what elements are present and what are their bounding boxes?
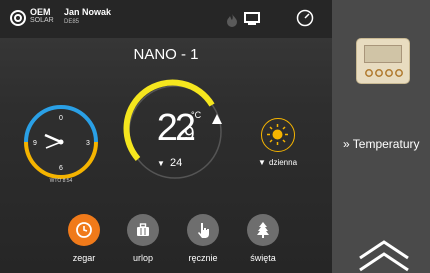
mode-arrow: ▼ bbox=[258, 158, 266, 167]
svg-text:3: 3 bbox=[86, 140, 90, 147]
clock-caption: WTO 8:54 bbox=[49, 178, 73, 184]
flame-icon bbox=[226, 13, 238, 32]
oem-logo-icon bbox=[10, 10, 26, 26]
zegar-button[interactable] bbox=[68, 214, 100, 246]
main-panel: OEM SOLAR Jan Nowak DE85 NANO - 1 0 3 6 … bbox=[0, 0, 332, 273]
suitcase-icon bbox=[137, 223, 149, 236]
christmas-tree-icon bbox=[257, 222, 269, 238]
swieta-button[interactable] bbox=[247, 214, 279, 246]
brand-name: OEM bbox=[30, 7, 51, 17]
temperature-decimal: 9 bbox=[184, 124, 195, 145]
recznie-label: ręcznie bbox=[188, 253, 218, 263]
user-code: DE85 bbox=[64, 19, 80, 25]
urlop-button[interactable] bbox=[127, 214, 159, 246]
chevron-up-icon[interactable] bbox=[358, 236, 410, 273]
gauge-icon[interactable] bbox=[296, 9, 314, 32]
setpoint-value: 24 bbox=[170, 157, 183, 169]
svg-text:0: 0 bbox=[59, 115, 63, 122]
page-title: NANO - 1 bbox=[133, 46, 199, 63]
clock-icon bbox=[76, 222, 92, 238]
temperature-unit: °C bbox=[191, 110, 202, 120]
sun-icon[interactable] bbox=[261, 118, 295, 152]
hand-icon bbox=[198, 223, 209, 238]
swieta-label: święta bbox=[250, 253, 276, 263]
brand-subname: SOLAR bbox=[30, 17, 54, 24]
svg-text:9: 9 bbox=[33, 140, 37, 147]
side-panel: » Temperatury bbox=[332, 0, 430, 273]
svg-text:6: 6 bbox=[59, 165, 63, 172]
thermostat-device-icon[interactable] bbox=[356, 38, 410, 84]
urlop-label: urlop bbox=[132, 253, 153, 263]
display-icon[interactable] bbox=[244, 12, 260, 31]
analog-clock[interactable]: 0 3 6 9 bbox=[22, 103, 100, 181]
user-name: Jan Nowak bbox=[64, 7, 112, 17]
mode-label[interactable]: dzienna bbox=[269, 158, 297, 167]
setpoint-arrow: ▼ bbox=[157, 159, 165, 168]
recznie-button[interactable] bbox=[187, 214, 219, 246]
temperatury-link[interactable]: » Temperatury bbox=[343, 137, 419, 151]
top-bar: OEM SOLAR Jan Nowak DE85 bbox=[0, 0, 332, 38]
zegar-label: zegar bbox=[72, 253, 96, 263]
